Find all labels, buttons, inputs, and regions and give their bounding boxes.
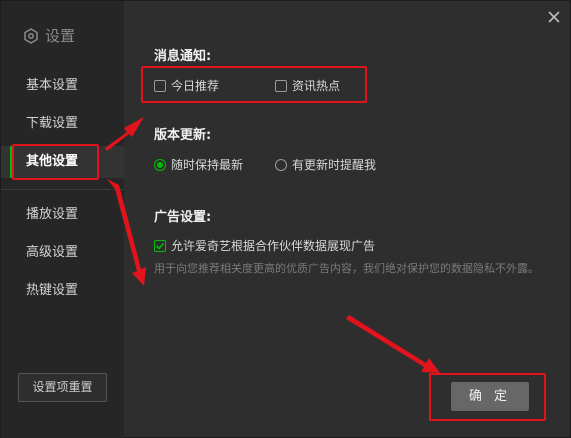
- arrow-up-right-icon: [105, 117, 144, 151]
- settings-window: 设置 基本设置 下载设置 其他设置 播放设置 高级设置 热键设置 设置项重置 消…: [0, 0, 571, 438]
- arrow-down-right-icon: [107, 179, 146, 286]
- annotation-arrows: [105, 117, 440, 373]
- arrow-to-confirm-icon: [346, 315, 440, 373]
